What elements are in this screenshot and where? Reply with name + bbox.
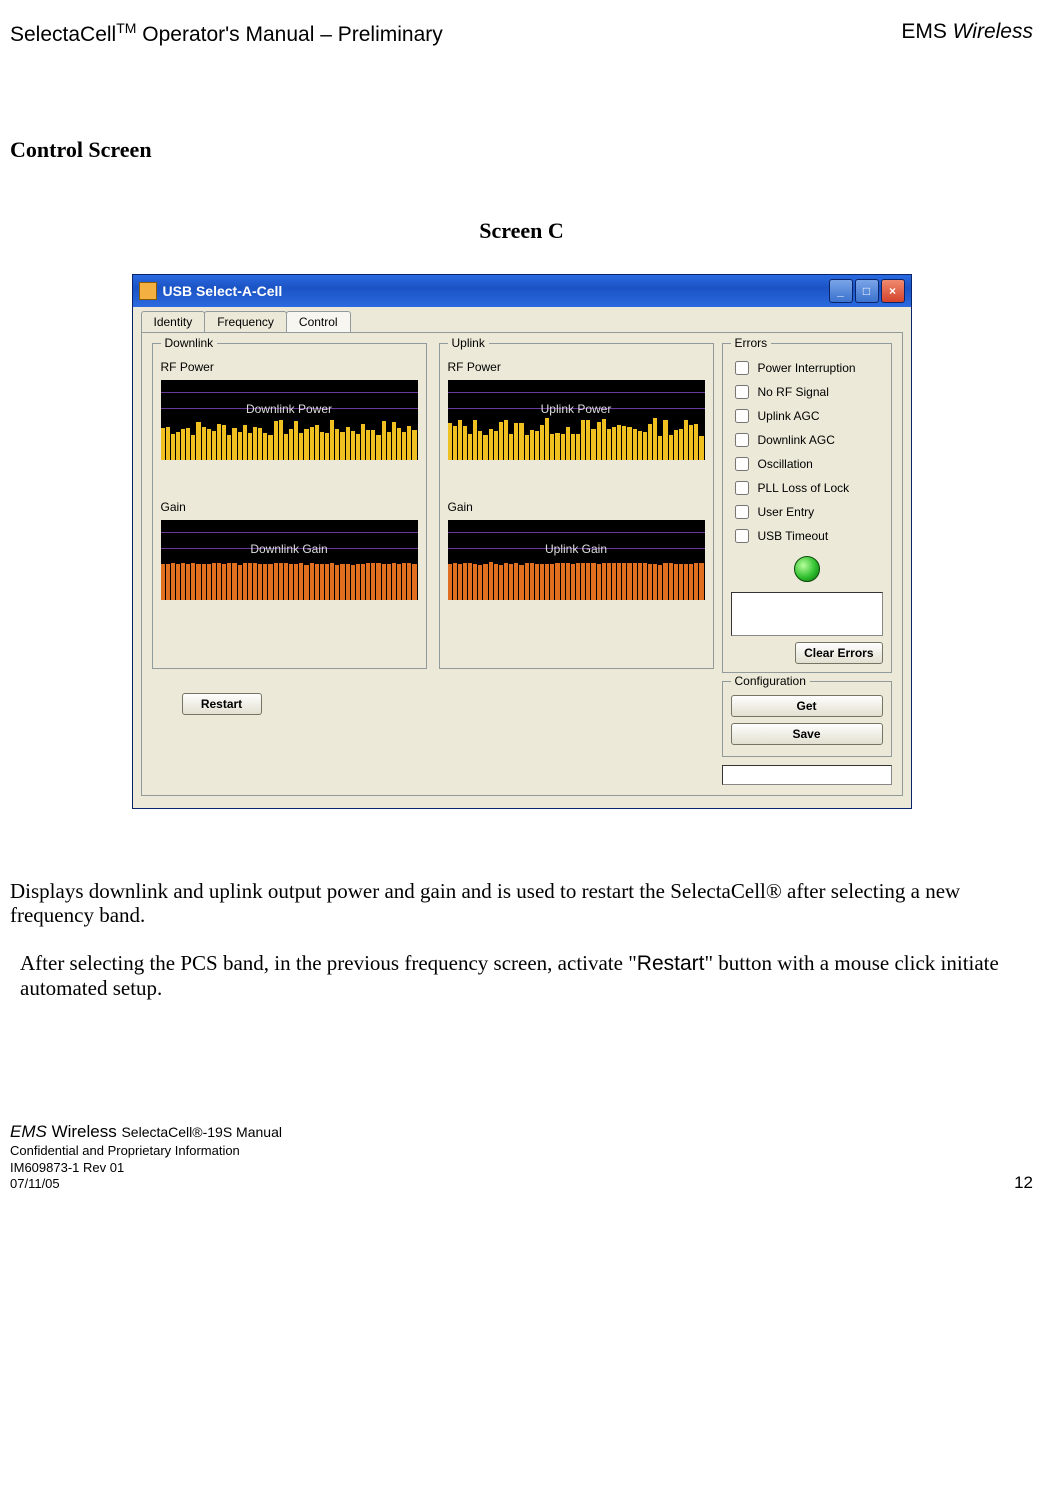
footer-line2: Confidential and Proprietary Information — [10, 1143, 282, 1160]
downlink-legend: Downlink — [161, 336, 218, 350]
error-checkbox[interactable] — [735, 361, 749, 375]
company-prefix: EMS — [901, 20, 952, 43]
tm-mark: TM — [116, 20, 136, 36]
footer-manual: Manual — [232, 1124, 282, 1140]
document-header: SelectaCellTM Operator's Manual – Prelim… — [10, 20, 1033, 47]
error-label: User Entry — [758, 505, 815, 519]
error-checkbox[interactable] — [735, 481, 749, 495]
screen-label: Screen C — [10, 218, 1033, 244]
header-right: EMS Wireless — [901, 20, 1033, 47]
downlink-power-chart: Downlink Power — [161, 380, 418, 460]
uplink-legend: Uplink — [448, 336, 489, 350]
header-left: SelectaCellTM Operator's Manual – Prelim… — [10, 20, 443, 47]
uplink-power-chart: Uplink Power — [448, 380, 705, 460]
uplink-power-chart-title: Uplink Power — [448, 402, 705, 416]
configuration-legend: Configuration — [731, 674, 810, 688]
downlink-gain-chart: Downlink Gain — [161, 520, 418, 600]
status-led-icon — [794, 556, 820, 582]
error-row: User Entry — [731, 502, 883, 522]
footer-company-pre: EMS — [10, 1122, 47, 1141]
error-checkbox[interactable] — [735, 505, 749, 519]
downlink-gain-label: Gain — [161, 500, 418, 514]
client-area: Identity Frequency Control Downlink RF P… — [133, 307, 911, 808]
configuration-group: Configuration Get Save — [722, 681, 892, 757]
error-row: No RF Signal — [731, 382, 883, 402]
paragraph-2: After selecting the PCS band, in the pre… — [20, 951, 1033, 1000]
error-checkbox[interactable] — [735, 457, 749, 471]
uplink-gain-label: Gain — [448, 500, 705, 514]
paragraph-1: Displays downlink and uplink output powe… — [10, 879, 1033, 927]
status-field[interactable] — [722, 765, 892, 785]
footer: EMS Wireless SelectaCell®-19S Manual Con… — [10, 1121, 1033, 1194]
get-button[interactable]: Get — [731, 695, 883, 717]
error-label: Power Interruption — [758, 361, 856, 375]
footer-line1: EMS Wireless SelectaCell®-19S Manual — [10, 1121, 282, 1143]
app-icon — [139, 282, 157, 300]
error-row: PLL Loss of Lock — [731, 478, 883, 498]
error-label: Downlink AGC — [758, 433, 835, 447]
error-label: Oscillation — [758, 457, 813, 471]
minimize-button[interactable]: _ — [829, 279, 853, 303]
page-number: 12 — [1014, 1173, 1033, 1193]
window-controls: _ □ × — [829, 279, 905, 303]
uplink-group: Uplink RF Power Uplink Power Gain Uplink… — [439, 343, 714, 669]
save-button[interactable]: Save — [731, 723, 883, 745]
footer-product: SelectaCell®-19S — [121, 1124, 232, 1140]
tab-control[interactable]: Control — [286, 311, 351, 332]
clear-errors-button[interactable]: Clear Errors — [795, 642, 882, 664]
error-checkbox[interactable] — [735, 385, 749, 399]
downlink-rfpower-label: RF Power — [161, 360, 418, 374]
error-row: USB Timeout — [731, 526, 883, 546]
error-checkbox[interactable] — [735, 529, 749, 543]
header-left-rest: Operator's Manual – Preliminary — [136, 23, 442, 46]
main-column: Downlink RF Power Downlink Power Gain Do… — [152, 343, 714, 785]
errors-group: Errors Power InterruptionNo RF SignalUpl… — [722, 343, 892, 673]
company-suffix: Wireless — [953, 20, 1033, 43]
tab-panel: Downlink RF Power Downlink Power Gain Do… — [141, 332, 903, 796]
maximize-button[interactable]: □ — [855, 279, 879, 303]
error-label: PLL Loss of Lock — [758, 481, 850, 495]
footer-line4: 07/11/05 — [10, 1176, 282, 1193]
errors-textbox[interactable] — [731, 592, 883, 636]
window-title: USB Select-A-Cell — [163, 283, 283, 299]
section-heading: Control Screen — [10, 137, 1033, 163]
uplink-gain-chart: Uplink Gain — [448, 520, 705, 600]
product-name: SelectaCell — [10, 23, 116, 46]
tab-frequency[interactable]: Frequency — [204, 311, 287, 332]
error-label: USB Timeout — [758, 529, 829, 543]
side-column: Errors Power InterruptionNo RF SignalUpl… — [722, 343, 892, 785]
error-checkbox[interactable] — [735, 409, 749, 423]
footer-left: EMS Wireless SelectaCell®-19S Manual Con… — [10, 1121, 282, 1194]
error-row: Power Interruption — [731, 358, 883, 378]
errors-legend: Errors — [731, 336, 772, 350]
error-row: Oscillation — [731, 454, 883, 474]
error-label: No RF Signal — [758, 385, 829, 399]
tab-identity[interactable]: Identity — [141, 311, 206, 332]
uplink-rfpower-label: RF Power — [448, 360, 705, 374]
downlink-power-chart-title: Downlink Power — [161, 402, 418, 416]
paragraph-2-pre: After selecting the PCS band, in the pre… — [20, 951, 637, 975]
error-checkbox[interactable] — [735, 433, 749, 447]
close-button[interactable]: × — [881, 279, 905, 303]
footer-company-mid: Wireless — [47, 1122, 122, 1141]
screenshot: USB Select-A-Cell _ □ × Identity Frequen… — [132, 274, 912, 809]
app-window: USB Select-A-Cell _ □ × Identity Frequen… — [132, 274, 912, 809]
error-row: Uplink AGC — [731, 406, 883, 426]
downlink-group: Downlink RF Power Downlink Power Gain Do… — [152, 343, 427, 669]
error-row: Downlink AGC — [731, 430, 883, 450]
restart-button[interactable]: Restart — [182, 693, 262, 715]
footer-line3: IM609873-1 Rev 01 — [10, 1160, 282, 1177]
restart-keyword: Restart — [637, 952, 705, 975]
titlebar: USB Select-A-Cell _ □ × — [133, 275, 911, 307]
error-label: Uplink AGC — [758, 409, 820, 423]
uplink-gain-chart-title: Uplink Gain — [448, 542, 705, 556]
downlink-gain-chart-title: Downlink Gain — [161, 542, 418, 556]
tabs: Identity Frequency Control — [141, 311, 903, 332]
